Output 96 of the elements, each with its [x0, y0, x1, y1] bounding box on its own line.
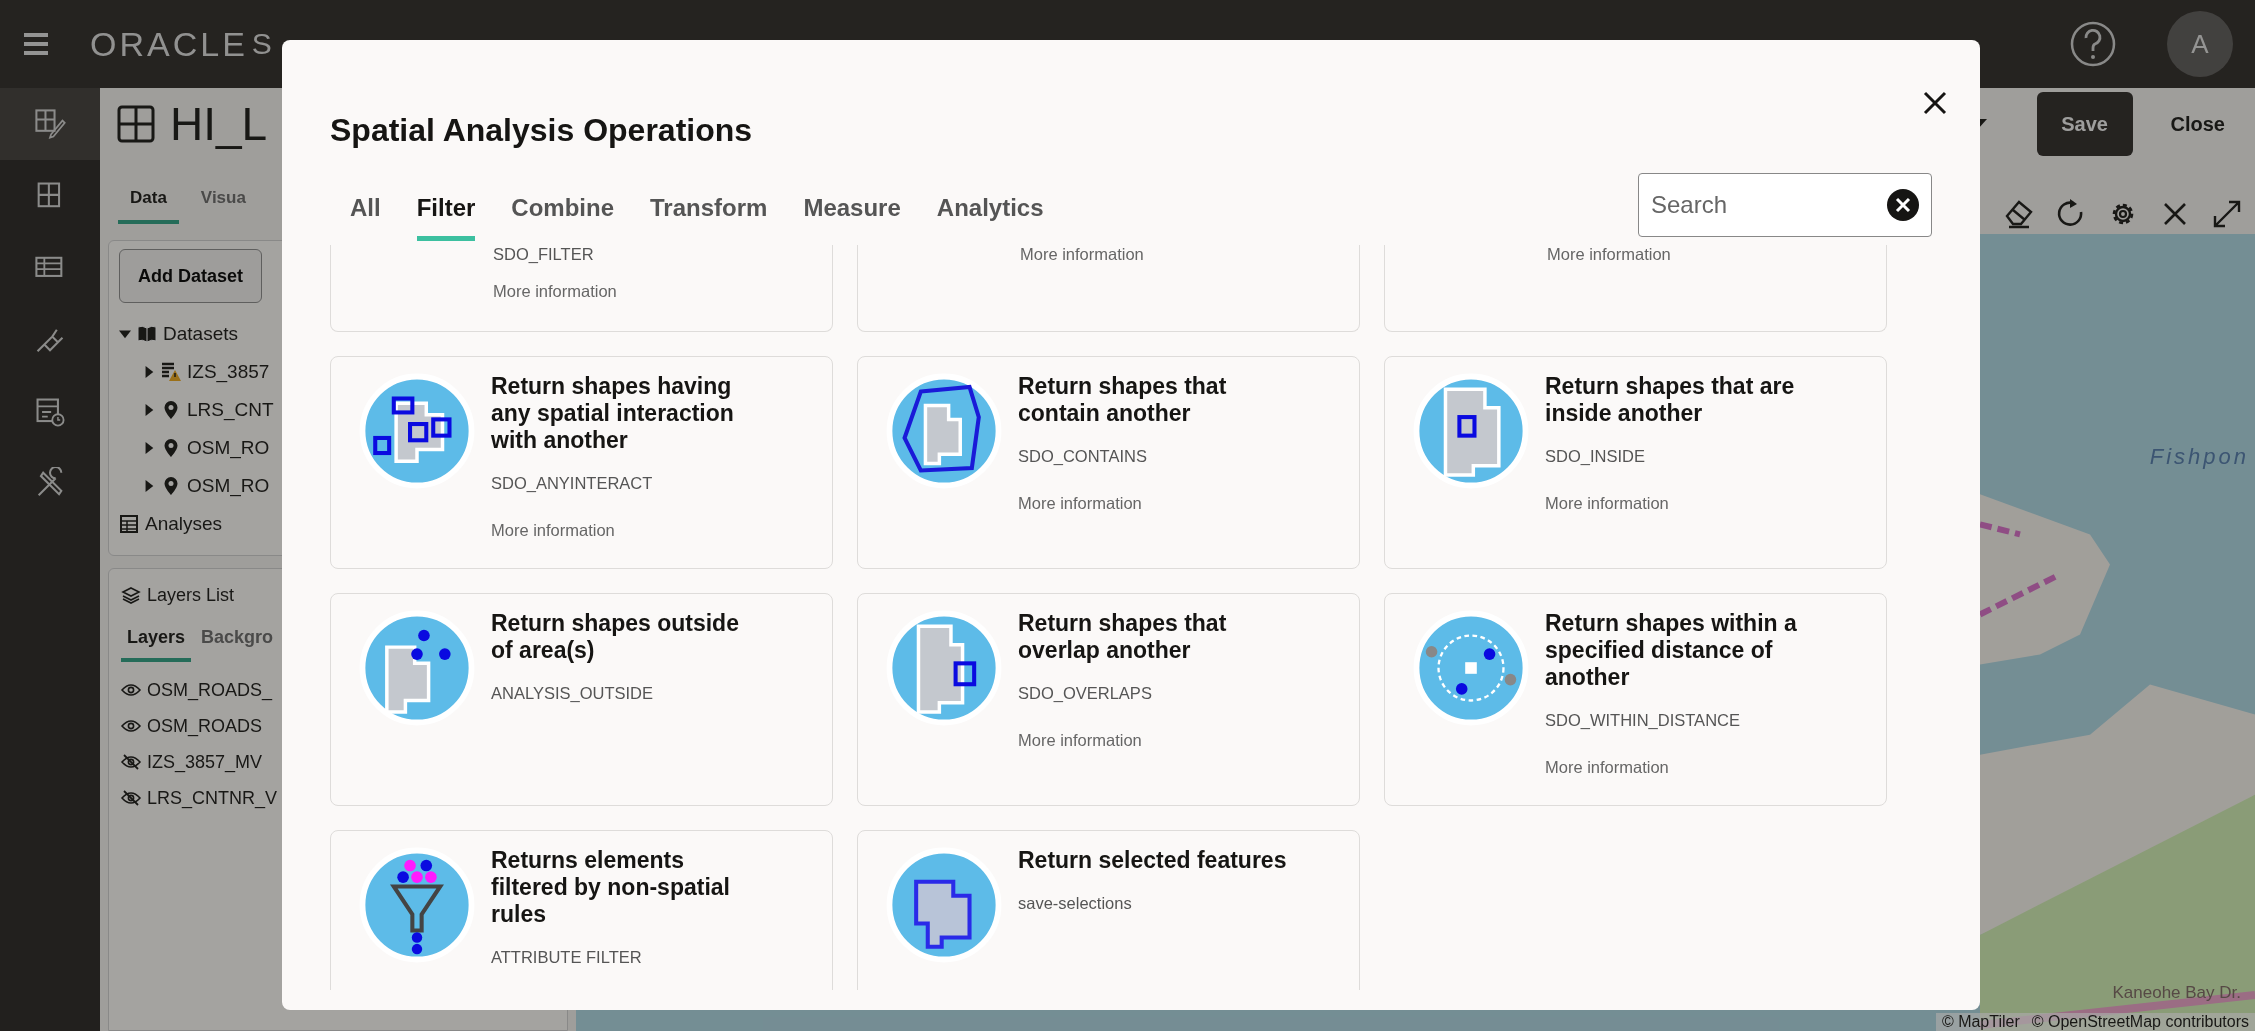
more-information-link[interactable]: More information: [1545, 758, 1669, 777]
operation-code: ANALYSIS_OUTSIDE: [491, 684, 654, 703]
expand-icon[interactable]: [2211, 198, 2243, 230]
caret-right-icon[interactable]: [143, 479, 155, 493]
tree-item-label[interactable]: OSM_RO: [187, 437, 270, 459]
table-icon: [119, 514, 139, 534]
shape-inside-icon: [1413, 373, 1529, 489]
tree-item-label[interactable]: OSM_RO: [187, 475, 270, 497]
table-warning-icon: [161, 362, 181, 382]
operation-title: Returns elements filtered by non-spatial rules: [491, 847, 731, 928]
category-tab[interactable]: Analytics: [936, 177, 1044, 241]
operation-card[interactable]: SDO_FILTER More information: [330, 245, 833, 332]
eye-slash-icon[interactable]: [121, 754, 141, 770]
distance-circle-icon: [1413, 610, 1529, 726]
operation-title: Return selected features: [1018, 847, 1287, 874]
operation-card[interactable]: Return shapes within a specified distance of another SDO_WITHIN_DISTANCE More information: [1384, 593, 1887, 806]
tree-item-label[interactable]: IZS_3857: [187, 361, 270, 383]
operation-title: Return shapes outside of area(s): [491, 610, 740, 664]
layers-list-title: Layers List: [147, 584, 235, 606]
more-information-link[interactable]: More information: [491, 521, 615, 540]
panel-tab[interactable]: Data: [118, 180, 179, 224]
operation-card[interactable]: Return shapes that overlap another SDO_OVERLAPS More information: [857, 593, 1360, 806]
eye-icon[interactable]: [121, 682, 141, 698]
more-information-link[interactable]: More information: [1018, 731, 1142, 750]
operation-card[interactable]: Return shapes outside of area(s) ANALYSIS_OUTSIDE: [330, 593, 833, 806]
more-information-link[interactable]: More information: [1547, 245, 1671, 264]
operation-code: save-selections: [1018, 894, 1133, 913]
category-tab[interactable]: Measure: [803, 177, 901, 241]
points-outside-icon: [359, 610, 475, 726]
tree-item-label[interactable]: Datasets: [163, 323, 238, 345]
more-information-link[interactable]: More information: [1545, 494, 1669, 513]
operation-card[interactable]: Returns elements filtered by non-spatial rules ATTRIBUTE FILTER: [330, 830, 833, 990]
caret-right-icon[interactable]: [143, 403, 155, 417]
operation-code: SDO_FILTER: [493, 245, 595, 264]
caret-right-icon[interactable]: [143, 441, 155, 455]
help-icon[interactable]: [2069, 20, 2117, 68]
more-information-link[interactable]: More information: [1018, 494, 1142, 513]
operation-title: Return shapes within a specified distance of another: [1545, 610, 1798, 691]
dialog-title: Spatial Analysis Operations: [330, 111, 754, 150]
operation-card[interactable]: Return selected features save-selections: [857, 830, 1360, 990]
save-button[interactable]: Save: [2036, 92, 2133, 156]
selected-shape-icon: [886, 847, 1002, 963]
app-name: S: [251, 27, 272, 61]
category-tab[interactable]: Transform: [650, 177, 768, 241]
menu-icon[interactable]: [22, 32, 50, 56]
search-field[interactable]: Search: [1638, 173, 1932, 237]
operation-title: Return shapes that overlap another: [1018, 610, 1228, 664]
polygon-contains-icon: [886, 373, 1002, 489]
operation-title: Return shapes that contain another: [1018, 373, 1228, 427]
water-label: Fishpon: [2149, 444, 2249, 470]
add-dataset-button[interactable]: Add Dataset: [119, 249, 263, 303]
category-tab[interactable]: All: [350, 177, 381, 241]
operation-code: SDO_CONTAINS: [1018, 447, 1148, 466]
layers-icon: [121, 585, 141, 605]
operation-code: ATTRIBUTE FILTER: [491, 948, 643, 967]
map-attribution: © MapTiler: [1941, 1013, 2020, 1031]
road-label: Kaneohe Bay Dr.: [2112, 983, 2241, 1003]
funnel-icon: [359, 847, 475, 963]
layer-name[interactable]: OSM_ROADS: [147, 715, 263, 737]
operation-code: SDO_ANYINTERACT: [491, 474, 654, 493]
layer-name[interactable]: LRS_CNTNR_V: [147, 787, 278, 809]
shapes-interact-icon: [359, 373, 475, 489]
more-information-link[interactable]: More information: [493, 282, 617, 301]
operation-code: SDO_WITHIN_DISTANCE: [1545, 711, 1741, 730]
operation-title: Return shapes having any spatial interaction with another: [491, 373, 735, 454]
map-attribution: © OpenStreetMap contributors: [2031, 1013, 2249, 1031]
operation-card[interactable]: More information: [1384, 245, 1887, 332]
eye-icon[interactable]: [121, 718, 141, 734]
layout-icon: [116, 104, 156, 144]
layout-pencil-icon[interactable]: [33, 107, 67, 141]
more-information-link[interactable]: More information: [1020, 245, 1144, 264]
operation-card[interactable]: Return shapes having any spatial interaction with another SDO_ANYINTERACT More information: [330, 356, 833, 569]
eraser-icon[interactable]: [2003, 198, 2035, 230]
layers-tab[interactable]: Layers: [121, 621, 192, 662]
category-tab[interactable]: Combine: [511, 177, 615, 241]
nav-rail-item[interactable]: [0, 88, 100, 160]
project-title: HI_L: [170, 97, 268, 151]
tree-item-label[interactable]: LRS_CNT: [187, 399, 274, 421]
layer-name[interactable]: OSM_ROADS_: [147, 679, 273, 701]
clear-icon[interactable]: [1886, 188, 1920, 222]
operation-card[interactable]: Return shapes that are inside another SDO_INSIDE More information: [1384, 356, 1887, 569]
layers-tab[interactable]: Backgro: [195, 621, 280, 662]
category-tab[interactable]: Filter: [416, 177, 476, 241]
book-icon: [137, 324, 157, 344]
operation-card[interactable]: More information: [857, 245, 1360, 332]
tree-item-label[interactable]: Analyses: [145, 513, 223, 535]
eye-slash-icon[interactable]: [121, 790, 141, 806]
operation-title: Return shapes that are inside another: [1545, 373, 1796, 427]
operation-code: SDO_OVERLAPS: [1018, 684, 1153, 703]
shape-overlap-icon: [886, 610, 1002, 726]
caret-right-icon[interactable]: [143, 365, 155, 379]
operation-card[interactable]: Return shapes that contain another SDO_CONTAINS More information: [857, 356, 1360, 569]
operation-code: SDO_INSIDE: [1545, 447, 1646, 466]
brand-logo: ORACLE: [90, 24, 248, 64]
close-button[interactable]: Close: [2146, 92, 2239, 156]
layer-name[interactable]: IZS_3857_MV: [147, 751, 263, 773]
